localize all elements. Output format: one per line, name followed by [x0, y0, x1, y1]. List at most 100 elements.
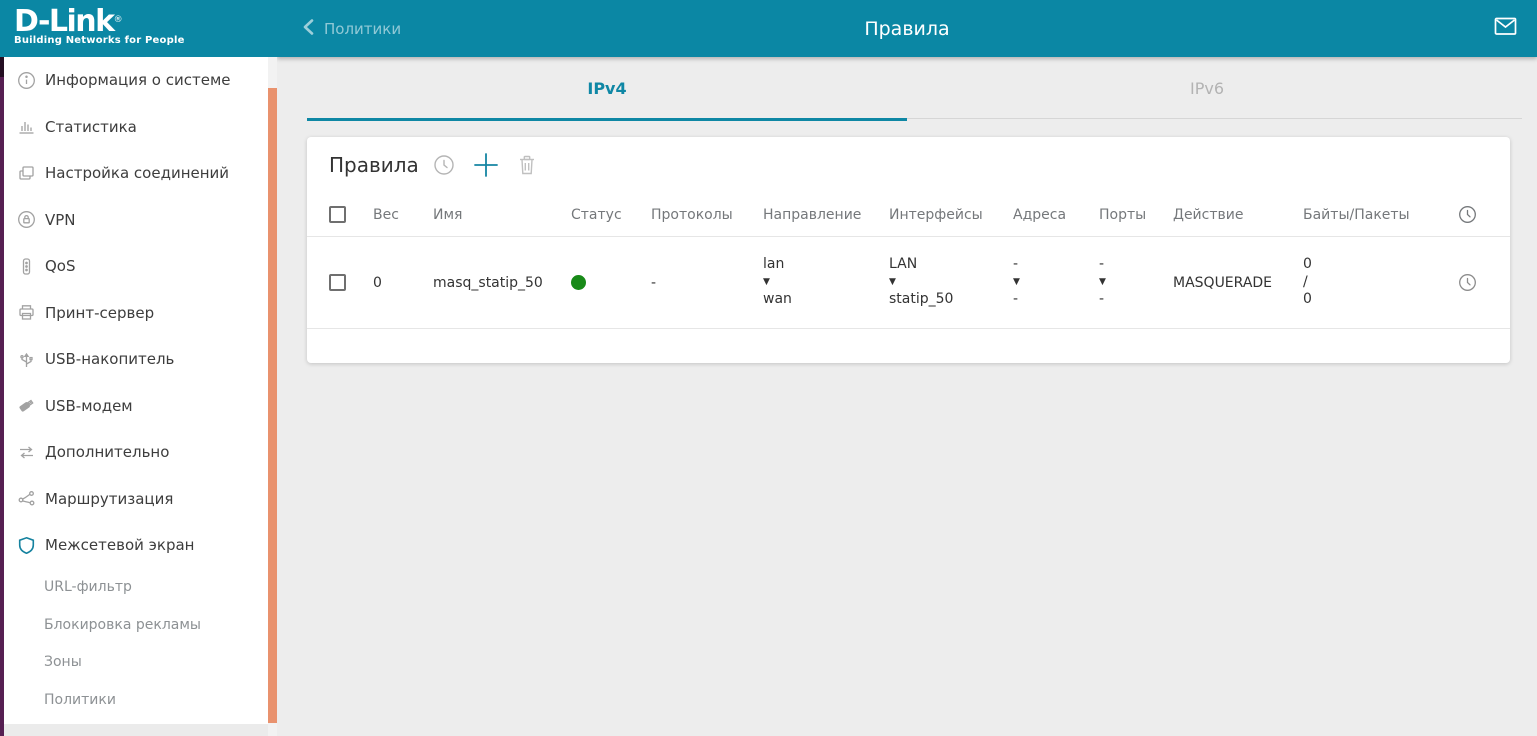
cell-action: MASQUERADE	[1173, 275, 1303, 291]
vpn-lock-icon	[17, 210, 36, 229]
sidebar-item-label: USB-модем	[45, 397, 133, 415]
routing-icon	[17, 489, 36, 508]
sidebar-subitem-url-filter[interactable]: URL-фильтр	[0, 569, 268, 607]
column-header-ports: Порты	[1099, 207, 1173, 223]
cell-weight: 0	[373, 275, 433, 291]
row-checkbox[interactable]	[329, 274, 346, 291]
sidebar-item-label: QoS	[45, 257, 76, 275]
sidebar-item-advanced[interactable]: Дополнительно	[0, 429, 268, 476]
subitem-label: Блокировка рекламы	[44, 617, 201, 633]
column-header-name: Имя	[433, 207, 571, 223]
tab-ipv4[interactable]: IPv4	[307, 57, 907, 119]
sidebar-item-qos[interactable]: QoS	[0, 243, 268, 290]
back-label: Политики	[324, 20, 401, 38]
sidebar-subitem-ad-blocking[interactable]: Блокировка рекламы	[0, 606, 268, 644]
address-to: -	[1013, 291, 1099, 309]
sidebar-item-label: Межсетевой экран	[45, 536, 194, 554]
column-header-weight: Вес	[373, 207, 433, 223]
printer-icon	[17, 303, 36, 322]
edge-strip-thumb	[0, 57, 4, 77]
sidebar-item-label: Настройка соединений	[45, 164, 229, 182]
tab-ipv6[interactable]: IPv6	[907, 57, 1507, 119]
sidebar-item-print-server[interactable]: Принт-сервер	[0, 290, 268, 337]
add-rule-button[interactable]	[471, 150, 501, 180]
dlink-logo: D-Link® Building Networks for People	[0, 0, 277, 57]
cell-status	[571, 275, 651, 290]
card-header: Правила	[307, 137, 1510, 193]
arrow-down-icon: ▼	[1099, 274, 1173, 292]
delete-rule-button[interactable]	[517, 154, 537, 176]
clock-icon	[1458, 205, 1477, 224]
usb-storage-icon	[17, 350, 36, 369]
address-from: -	[1013, 256, 1099, 274]
table-row[interactable]: 0 masq_statip_50 - lan ▼ wan LAN ▼ stati…	[307, 237, 1510, 329]
sidebar-item-label: USB-накопитель	[45, 350, 174, 368]
connections-icon	[17, 164, 36, 183]
column-header-schedule	[1444, 205, 1490, 224]
firewall-subnav: URL-фильтр Блокировка рекламы Зоны Полит…	[0, 569, 268, 736]
cell-addresses: - ▼ -	[1013, 256, 1099, 309]
sidebar-item-vpn[interactable]: VPN	[0, 197, 268, 244]
select-all-cell	[329, 206, 373, 223]
sidebar-item-label: VPN	[45, 211, 76, 229]
sidebar-item-label: Информация о системе	[45, 71, 231, 89]
bytes-separator: /	[1303, 274, 1444, 292]
sidebar-item-usb-storage[interactable]: USB-накопитель	[0, 336, 268, 383]
back-button[interactable]: Политики	[303, 0, 401, 57]
brand-name: D-Link®	[14, 7, 277, 37]
mail-button[interactable]	[1494, 0, 1517, 57]
column-header-protocols: Протоколы	[651, 207, 763, 223]
status-enabled-indicator	[571, 275, 586, 290]
sidebar-item-label: Дополнительно	[45, 443, 169, 461]
column-header-direction: Направление	[763, 207, 889, 223]
subitem-label: Зоны	[44, 654, 82, 670]
sidebar-subitem-policies[interactable]: Политики	[0, 681, 268, 719]
arrow-down-icon: ▼	[889, 274, 1013, 292]
sidebar-subitem-zones[interactable]: Зоны	[0, 644, 268, 682]
cell-protocols: -	[651, 275, 763, 291]
schedule-button[interactable]	[433, 154, 455, 176]
cell-interfaces: LAN ▼ statip_50	[889, 256, 1013, 309]
scrollbar-thumb[interactable]	[268, 88, 277, 723]
app-window: D-Link® Building Networks for People Инф…	[0, 0, 1537, 736]
sidebar-horizontal-scrollbar[interactable]	[0, 724, 268, 736]
subitem-label: URL-фильтр	[44, 579, 132, 595]
sidebar-vertical-scrollbar[interactable]	[268, 57, 277, 736]
packets-value: 0	[1303, 291, 1444, 309]
chevron-left-icon	[303, 19, 314, 39]
page-title: Правила	[277, 0, 1537, 57]
sidebar-item-routing[interactable]: Маршрутизация	[0, 476, 268, 523]
arrows-swap-icon	[17, 443, 36, 462]
interface-to: statip_50	[889, 291, 1013, 309]
column-header-addresses: Адреса	[1013, 207, 1099, 223]
port-from: -	[1099, 256, 1173, 274]
row-select-cell	[329, 274, 373, 291]
qos-icon	[17, 257, 36, 276]
interface-from: LAN	[889, 256, 1013, 274]
shield-icon	[17, 536, 36, 555]
top-bar: Правила Политики	[277, 0, 1537, 57]
column-header-status: Статус	[571, 207, 651, 223]
select-all-checkbox[interactable]	[329, 206, 346, 223]
column-header-action: Действие	[1173, 207, 1303, 223]
card-title: Правила	[329, 153, 419, 177]
clock-icon	[1458, 273, 1477, 292]
sidebar-item-firewall[interactable]: Межсетевой экран	[0, 522, 268, 569]
column-header-bytes-packets: Байты/Пакеты	[1303, 207, 1444, 223]
sidebar-item-statistics[interactable]: Статистика	[0, 104, 268, 151]
cell-direction: lan ▼ wan	[763, 256, 889, 309]
port-to: -	[1099, 291, 1173, 309]
cell-bytes-packets: 0 / 0	[1303, 256, 1444, 309]
brand-tagline: Building Networks for People	[14, 35, 277, 46]
sidebar-item-connection-setup[interactable]: Настройка соединений	[0, 150, 268, 197]
sidebar-item-label: Статистика	[45, 118, 137, 136]
usb-modem-icon	[17, 396, 36, 415]
subitem-label: Политики	[44, 692, 116, 708]
arrow-down-icon: ▼	[763, 274, 889, 292]
sidebar-item-label: Принт-сервер	[45, 304, 154, 322]
sidebar-item-usb-modem[interactable]: USB-модем	[0, 383, 268, 430]
content-area: IPv4 IPv6 Правила Вес Имя Статус Протоко…	[277, 57, 1537, 736]
cell-schedule	[1444, 273, 1490, 292]
info-icon	[17, 71, 36, 90]
sidebar-item-system-info[interactable]: Информация о системе	[0, 57, 268, 104]
